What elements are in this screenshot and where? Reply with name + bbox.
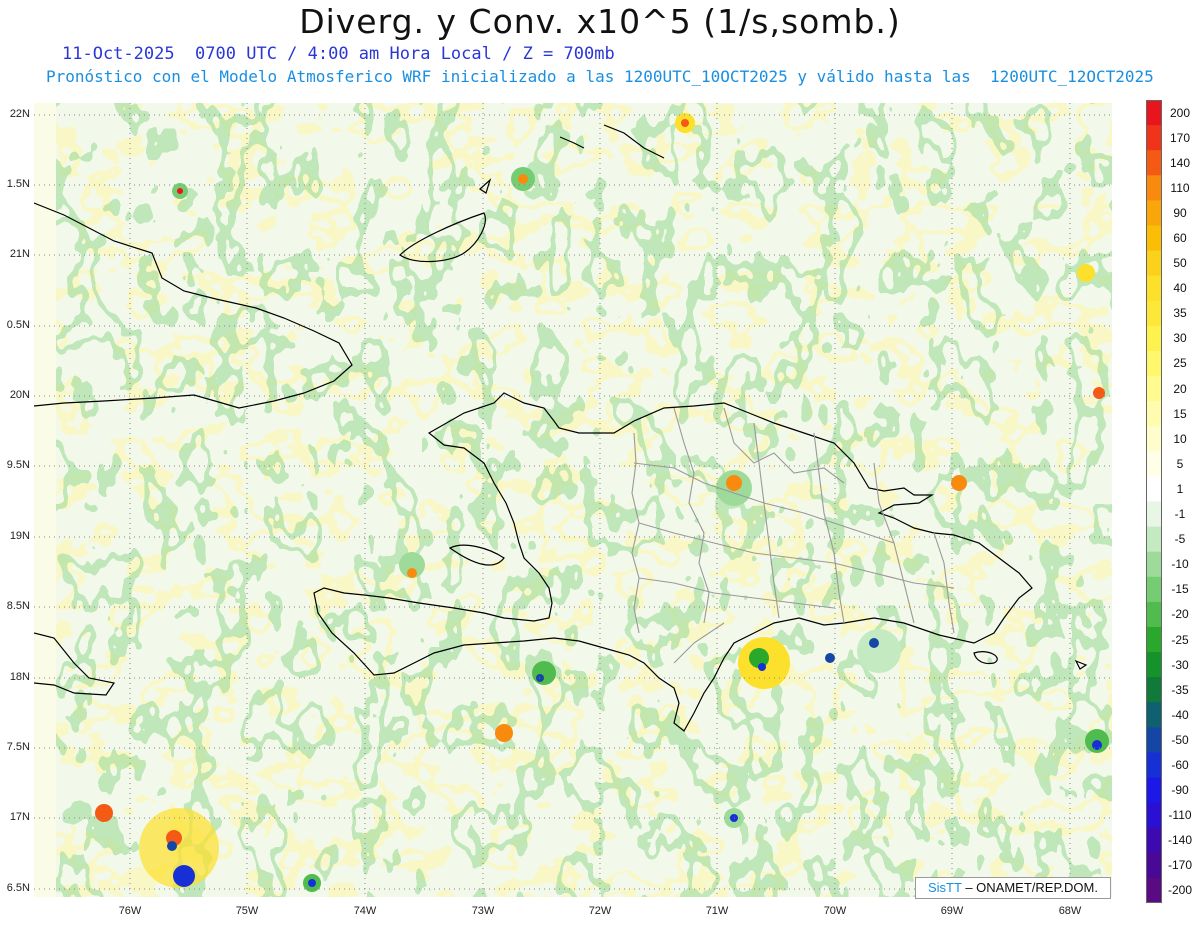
lon-label: 68W (1058, 905, 1082, 917)
colorbar-swatch (1146, 100, 1162, 126)
colorbar-label: 20 (1173, 381, 1187, 396)
lat-label: 21N (9, 248, 30, 260)
colorbar-swatch (1146, 125, 1162, 151)
colorbar-label: -35 (1171, 682, 1189, 697)
colorbar-swatch (1146, 852, 1162, 879)
subtitle-model: Pronóstico con el Modelo Atmosferico WRF… (46, 67, 1154, 86)
lat-label: 1.5N (6, 178, 30, 190)
colorbar-label: -10 (1171, 557, 1189, 572)
colorbar-label: 35 (1173, 306, 1187, 321)
colorbar-label: 90 (1173, 205, 1187, 220)
colorbar-swatch (1146, 225, 1162, 252)
colorbar-swatch (1146, 350, 1162, 377)
colorbar-swatch (1146, 476, 1162, 502)
colorbar-swatch (1146, 677, 1162, 703)
colorbar-label: -20 (1171, 607, 1189, 622)
colorbar-label: 50 (1173, 256, 1187, 271)
colorbar-swatch (1146, 877, 1162, 903)
lat-label: 19N (9, 530, 30, 542)
colorbar-label: 200 (1169, 105, 1191, 120)
lon-label: 74W (353, 905, 377, 917)
colorbar-label: -5 (1174, 532, 1186, 547)
lon-label: 75W (235, 905, 259, 917)
chart-title: Diverg. y Conv. x10^5 (1/s,somb.) (299, 2, 901, 41)
colorbar-label: -15 (1171, 582, 1189, 597)
credit-brand: SisTT (927, 880, 962, 895)
lat-label: 22N (9, 108, 30, 120)
colorbar-label: -90 (1171, 783, 1189, 798)
lat-label: 8.5N (6, 600, 30, 612)
colorbar-label: 25 (1173, 356, 1187, 371)
colorbar-label: -170 (1167, 858, 1193, 873)
colorbar-swatch (1146, 401, 1162, 427)
colorbar-swatch (1146, 175, 1162, 201)
lon-label: 76W (118, 905, 142, 917)
colorbar-swatch (1146, 325, 1162, 352)
colorbar-swatch (1146, 802, 1162, 829)
lat-label: 9.5N (6, 459, 30, 471)
colorbar-label: 40 (1173, 281, 1187, 296)
colorbar-swatch (1146, 501, 1162, 528)
colorbar-label: -50 (1171, 732, 1189, 747)
colorbar-swatch (1146, 451, 1162, 477)
colorbar-swatch (1146, 576, 1162, 603)
colorbar-label: 110 (1170, 180, 1190, 195)
colorbar-swatch (1146, 827, 1162, 854)
colorbar-swatch (1146, 702, 1162, 728)
credit-box: SisTT – ONAMET/REP.DOM. (915, 877, 1111, 899)
colorbar-swatch (1146, 626, 1162, 653)
colorbar-label: 5 (1176, 456, 1184, 471)
lat-label: 7.5N (6, 741, 30, 753)
colorbar-swatch (1146, 601, 1162, 628)
colorbar-swatch (1146, 300, 1162, 327)
colorbar-label: 30 (1173, 331, 1187, 346)
lat-label: 6.5N (6, 882, 30, 894)
colorbar-label: -40 (1171, 707, 1189, 722)
colorbar-label: 15 (1173, 406, 1187, 421)
colorbar-swatch (1146, 250, 1162, 277)
colorbar-swatch (1146, 652, 1162, 678)
lon-label: 71W (705, 905, 729, 917)
lon-label: 72W (588, 905, 612, 917)
colorbar-swatch (1146, 727, 1162, 753)
lon-label: 73W (471, 905, 495, 917)
lat-label: 20N (9, 389, 30, 401)
colorbar-label: -30 (1171, 657, 1189, 672)
colorbar-label: -200 (1167, 883, 1193, 898)
colorbar-label: -140 (1167, 833, 1193, 848)
colorbar-swatch (1146, 376, 1162, 402)
colorbar-swatch (1146, 200, 1162, 226)
divergence-map (34, 103, 1112, 897)
colorbar-label: -25 (1171, 632, 1189, 647)
colorbar-swatch (1146, 752, 1162, 779)
colorbar-label: 170 (1169, 130, 1191, 145)
colorbar-label: 60 (1173, 231, 1187, 246)
colorbar-swatch (1146, 551, 1162, 578)
convergence-field (56, 103, 1112, 897)
lat-label: 17N (9, 811, 30, 823)
colorbar-label: 10 (1173, 431, 1187, 446)
colorbar-label: -110 (1168, 808, 1192, 823)
colorbar-swatch (1146, 275, 1162, 302)
colorbar-label: 1 (1176, 481, 1184, 496)
lat-label: 0.5N (6, 319, 30, 331)
colorbar (1146, 100, 1162, 903)
colorbar-swatch (1146, 526, 1162, 553)
colorbar-swatch (1146, 426, 1162, 452)
lon-label: 70W (823, 905, 847, 917)
colorbar-swatch (1146, 777, 1162, 804)
lat-label: 18N (9, 671, 30, 683)
colorbar-label: -1 (1174, 507, 1186, 522)
credit-text: – ONAMET/REP.DOM. (961, 880, 1098, 895)
lon-label: 69W (940, 905, 964, 917)
colorbar-label: -60 (1171, 757, 1189, 772)
subtitle-time: 11-Oct-2025 0700 UTC / 4:00 am Hora Loca… (62, 44, 615, 64)
colorbar-swatch (1146, 150, 1162, 176)
colorbar-label: 140 (1169, 155, 1191, 170)
